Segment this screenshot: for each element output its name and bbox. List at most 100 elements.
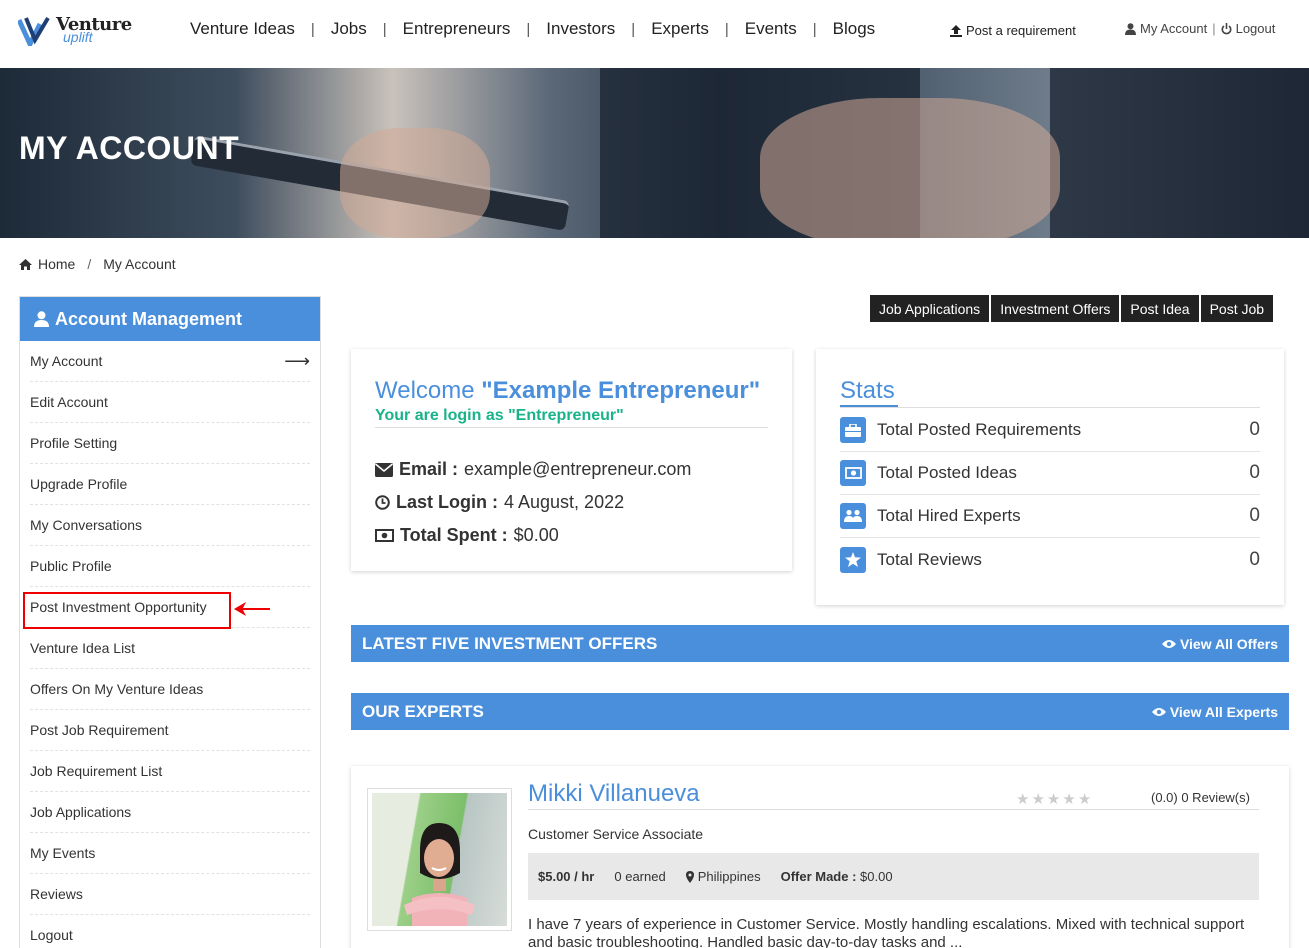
sidebar-title: Account Management (55, 308, 243, 329)
expert-location: Philippines (685, 869, 761, 884)
welcome-user-name: "Example Entrepreneur" (481, 377, 761, 404)
banner-decoration (340, 128, 490, 238)
star-empty-icon: ★ (1031, 791, 1045, 808)
sidebar-item-label: Offers On My Venture Ideas (30, 681, 204, 697)
email-label: Email : (399, 459, 459, 479)
sidebar-item-label: My Events (30, 845, 96, 861)
link-label: View All Experts (1169, 703, 1278, 720)
breadcrumb-separator: / (87, 256, 92, 272)
expert-rate: $5.00 / hr (538, 869, 595, 884)
sidebar-item-post-job-requirement[interactable]: Post Job Requirement (30, 710, 310, 751)
welcome-card: Welcome "Example Entrepreneur" Your are … (351, 349, 792, 571)
stat-value: 0 (1249, 548, 1260, 570)
nav-venture-ideas[interactable]: Venture Ideas (190, 19, 295, 39)
nav-separator: | (812, 20, 817, 38)
sidebar-item-label: Public Profile (30, 558, 112, 574)
banner-decoration (1050, 68, 1309, 238)
breadcrumb-home[interactable]: Home (38, 256, 75, 272)
logo-name-bottom: uplift (63, 29, 93, 45)
main-nav: Venture Ideas | Jobs | Entrepreneurs | I… (190, 19, 875, 39)
sidebar-item-label: Edit Account (30, 394, 108, 410)
post-idea-button[interactable]: Post Idea (1121, 295, 1199, 322)
money-icon (840, 460, 866, 486)
user-icon (34, 311, 49, 327)
nav-investors[interactable]: Investors (546, 19, 615, 39)
job-applications-button[interactable]: Job Applications (870, 295, 990, 322)
breadcrumb: Home / My Account (19, 256, 176, 272)
stat-value: 0 (1249, 419, 1260, 440)
nav-jobs[interactable]: Jobs (331, 19, 367, 39)
nav-events[interactable]: Events (745, 19, 797, 39)
highlight-box (23, 592, 231, 629)
post-requirement-label: Post a requirement (966, 23, 1076, 38)
stat-row-reviews: Total Reviews 0 (840, 538, 1260, 581)
section-title: OUR EXPERTS (362, 701, 484, 721)
sidebar-menu: My Account ⟶ Edit Account Profile Settin… (20, 341, 320, 948)
welcome-greeting: Welcome (375, 377, 475, 404)
view-all-experts-link[interactable]: View All Experts (1151, 703, 1278, 720)
expert-review-count: (0.0) 0 Review(s) (1151, 790, 1250, 805)
expert-bio: I have 7 years of experience in Customer… (528, 916, 1245, 948)
nav-entrepreneurs[interactable]: Entrepreneurs (403, 19, 511, 39)
sidebar-item-job-requirement-list[interactable]: Job Requirement List (30, 751, 310, 792)
expert-name[interactable]: Mikki Villanueva (528, 780, 700, 808)
sidebar-item-profile-setting[interactable]: Profile Setting (30, 423, 310, 464)
last-login-row: Last Login : 4 August, 2022 (375, 492, 624, 513)
nav-separator: | (382, 20, 387, 38)
nav-separator: | (724, 20, 729, 38)
sidebar-item-logout[interactable]: Logout (30, 915, 310, 948)
eye-icon (1151, 707, 1166, 716)
sidebar-item-offers-on-my-venture-ideas[interactable]: Offers On My Venture Ideas (30, 669, 310, 710)
expert-meta-bar: $5.00 / hr 0 earned Philippines Offer Ma… (528, 853, 1259, 900)
divider (375, 427, 768, 428)
breadcrumb-current: My Account (103, 256, 176, 272)
sidebar-item-my-account[interactable]: My Account ⟶ (30, 341, 310, 382)
sidebar-item-my-events[interactable]: My Events (30, 833, 310, 874)
expert-card: Mikki Villanueva ★ ★ ★ ★ ★ (0.0) 0 Revie… (351, 766, 1289, 948)
account-links: My Account | Logout (1125, 21, 1275, 36)
map-marker-icon (685, 870, 694, 883)
post-requirement-link[interactable]: Post a requirement (950, 23, 1076, 38)
page-title: MY ACCOUNT (19, 130, 240, 166)
brand-logo[interactable]: Venture uplift (18, 14, 132, 50)
expert-avatar[interactable] (367, 788, 512, 931)
sidebar-item-edit-account[interactable]: Edit Account (30, 382, 310, 423)
stat-label: Total Hired Experts (877, 506, 1021, 525)
sidebar-item-label: Venture Idea List (30, 640, 136, 656)
logout-link[interactable]: Logout (1236, 21, 1276, 36)
arrow-right-icon: ⟶ (284, 350, 310, 371)
investment-offers-section-header: LATEST FIVE INVESTMENT OFFERS View All O… (351, 625, 1289, 662)
investment-offers-button[interactable]: Investment Offers (991, 295, 1120, 322)
my-account-link[interactable]: My Account (1140, 21, 1207, 36)
sidebar-item-venture-idea-list[interactable]: Venture Idea List (30, 628, 310, 669)
nav-separator: | (631, 20, 636, 38)
sidebar-item-label: Reviews (30, 886, 83, 902)
sidebar-item-reviews[interactable]: Reviews (30, 874, 310, 915)
sidebar-item-job-applications[interactable]: Job Applications (30, 792, 310, 833)
site-header: Venture uplift Venture Ideas | Jobs | En… (0, 0, 1309, 68)
post-job-button[interactable]: Post Job (1200, 295, 1274, 322)
stat-row-hired-experts: Total Hired Experts 0 (840, 495, 1260, 538)
view-all-offers-link[interactable]: View All Offers (1161, 636, 1278, 652)
nav-blogs[interactable]: Blogs (833, 19, 876, 39)
sidebar-item-my-conversations[interactable]: My Conversations (30, 505, 310, 546)
sidebar-item-label: Upgrade Profile (30, 476, 128, 492)
nav-experts[interactable]: Experts (651, 19, 709, 39)
avatar-image (372, 793, 507, 926)
stat-row-requirements: Total Posted Requirements 0 (840, 409, 1260, 452)
last-login-label: Last Login : (396, 492, 498, 512)
experts-section-header: OUR EXPERTS View All Experts (351, 693, 1289, 730)
banner-decoration (760, 98, 1060, 238)
expert-title: Customer Service Associate (528, 826, 704, 842)
sidebar-item-public-profile[interactable]: Public Profile (30, 546, 310, 587)
sidebar-header: Account Management (20, 297, 320, 341)
location-label: Philippines (697, 869, 761, 884)
section-title: LATEST FIVE INVESTMENT OFFERS (362, 633, 658, 653)
title-underline (840, 405, 898, 407)
stat-value: 0 (1249, 462, 1260, 483)
nav-separator: | (526, 20, 531, 38)
sidebar-item-upgrade-profile[interactable]: Upgrade Profile (30, 464, 310, 505)
rating-stars: ★ ★ ★ ★ ★ (1016, 790, 1091, 808)
divider (840, 407, 1260, 408)
expert-offer: Offer Made : $0.00 (781, 869, 893, 884)
